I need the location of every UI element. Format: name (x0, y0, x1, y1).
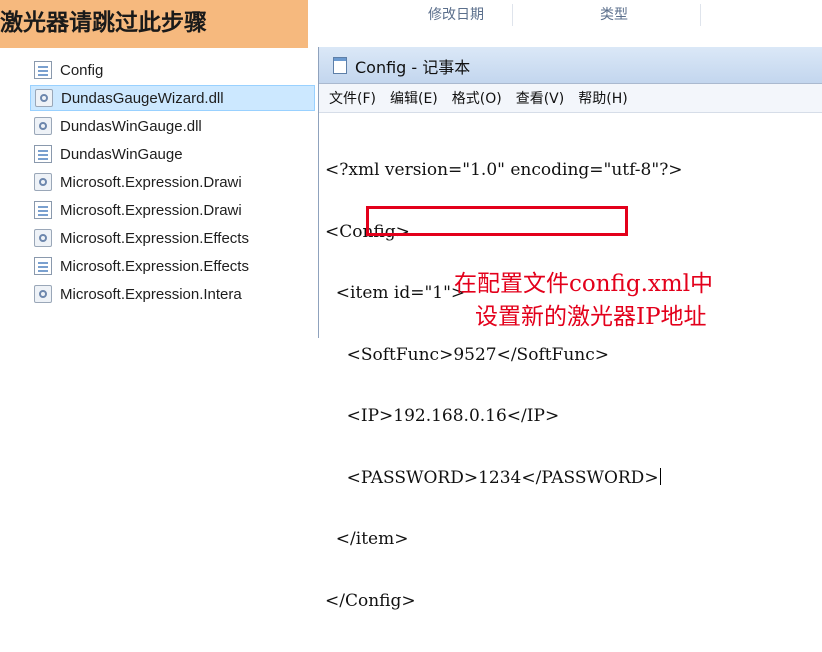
skip-step-banner: 激光器请跳过此步骤 (0, 0, 308, 48)
menu-edit[interactable]: 编辑(E) (383, 88, 445, 108)
ip-highlight-box (366, 206, 628, 236)
dll-file-icon (34, 285, 52, 303)
code-line-item-close: </item> (325, 529, 409, 549)
menu-help[interactable]: 帮助(H) (571, 88, 634, 108)
file-name: DundasWinGauge (60, 145, 183, 163)
notepad-title: Config - 记事本 (355, 58, 471, 77)
password-text: <PASSWORD>1234</PASSWORD> (325, 467, 659, 488)
file-item[interactable]: DundasWinGauge (30, 141, 315, 167)
menu-format[interactable]: 格式(O) (445, 88, 509, 108)
file-item[interactable]: Config (30, 57, 315, 83)
notepad-text-area[interactable]: <?xml version="1.0" encoding="utf-8"?> <… (325, 119, 683, 652)
annotation-line-1: 在配置文件config.xml中 (454, 271, 714, 297)
config-file-icon (34, 257, 52, 275)
menu-file[interactable]: 文件(F) (319, 88, 383, 108)
annotation-line-2: 设置新的激光器IP地址 (475, 304, 707, 330)
dll-file-icon (34, 117, 52, 135)
file-name: DundasGaugeWizard.dll (61, 89, 224, 107)
file-name: Microsoft.Expression.Drawi (60, 173, 242, 191)
column-header-modified-date[interactable]: 修改日期 (428, 0, 484, 30)
file-name: Microsoft.Expression.Drawi (60, 201, 242, 219)
menu-view[interactable]: 查看(V) (509, 88, 572, 108)
text-cursor (659, 467, 661, 485)
column-header-type[interactable]: 类型 (600, 0, 628, 30)
code-line-softfunc: <SoftFunc>9527</SoftFunc> (325, 344, 610, 365)
file-item-selected[interactable]: DundasGaugeWizard.dll (30, 85, 315, 111)
file-item[interactable]: Microsoft.Expression.Intera (30, 281, 315, 307)
file-name: DundasWinGauge.dll (60, 117, 202, 135)
file-item[interactable]: Microsoft.Expression.Drawi (30, 169, 315, 195)
file-name: Microsoft.Expression.Effects (60, 257, 249, 275)
column-separator[interactable] (700, 4, 701, 26)
file-name: Microsoft.Expression.Effects (60, 229, 249, 247)
dll-file-icon (34, 173, 52, 191)
config-file-icon (34, 201, 52, 219)
file-item[interactable]: Microsoft.Expression.Drawi (30, 197, 315, 223)
code-line-password: <PASSWORD>1234</PASSWORD> (325, 467, 683, 489)
column-separator[interactable] (512, 4, 513, 26)
code-line-ip: <IP>192.168.0.16</IP> (325, 406, 560, 426)
notepad-icon (333, 57, 347, 74)
dll-file-icon (35, 89, 53, 107)
dll-file-icon (34, 229, 52, 247)
file-item[interactable]: Microsoft.Expression.Effects (30, 253, 315, 279)
config-file-icon (34, 145, 52, 163)
file-name: Microsoft.Expression.Intera (60, 285, 242, 303)
notepad-title-bar[interactable]: Config - 记事本 (319, 47, 822, 84)
code-line-xml-declaration: <?xml version="1.0" encoding="utf-8"?> (325, 160, 683, 180)
code-line-config-close: </Config> (325, 590, 416, 611)
file-item[interactable]: DundasWinGauge.dll (30, 113, 315, 139)
config-file-icon (34, 61, 52, 79)
file-item[interactable]: Microsoft.Expression.Effects (30, 225, 315, 251)
notepad-menu-bar: 文件(F) 编辑(E) 格式(O) 查看(V) 帮助(H) (319, 84, 822, 113)
file-name: Config (60, 61, 104, 79)
